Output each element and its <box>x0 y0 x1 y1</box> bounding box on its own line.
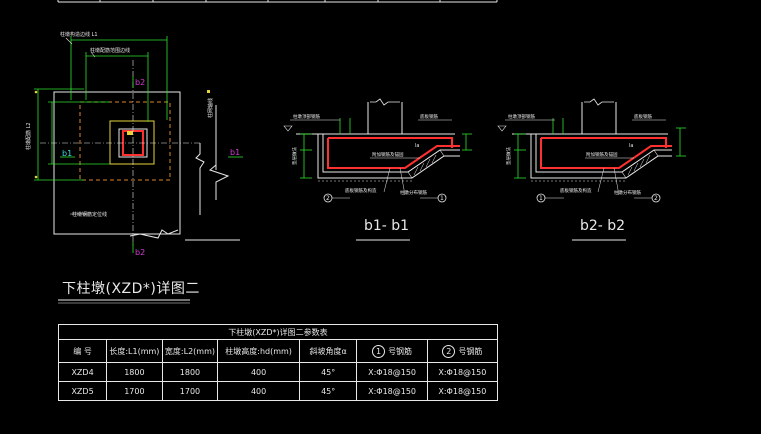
cell-rebar-1: X:Φ18@150 <box>356 381 428 401</box>
cell-id: XZD5 <box>57 381 108 401</box>
cell-angle: 45° <box>298 381 358 401</box>
table-header-row: 编 号 长度:L1(mm) 宽度:L2(mm) 柱墩高度:hd(mm) 斜坡角度… <box>57 339 499 363</box>
header-rebar-1-label: 号钢筋 <box>388 346 413 356</box>
cut-mark-b1-left: b1 <box>62 149 72 158</box>
cell-height: 400 <box>217 381 300 401</box>
rebar-2-marker: 2 <box>442 344 456 358</box>
parameter-table: 下柱墩(XZD*)详图二参数表 编 号 长度:L1(mm) 宽度:L2(mm) … <box>57 324 499 401</box>
b2-note-slab: 底板钢筋 <box>634 113 652 120</box>
cell-width: 1700 <box>161 381 219 401</box>
b2-note-la: la <box>629 143 633 149</box>
b1-marker-right: 1 <box>440 195 444 202</box>
cell-height: 400 <box>217 362 300 382</box>
section-label-b2: b2- b2 <box>580 218 626 234</box>
top-table-fragment <box>57 0 498 3</box>
drawing-title: 下柱墩(XZD*)详图二 <box>62 281 200 297</box>
plan-label-right: 柱网轴线 <box>207 98 214 118</box>
rebar-1-marker: 1 <box>372 344 386 358</box>
plan-label-bottom: 柱墩钢筋定位线 <box>72 211 107 218</box>
cut-mark-b2-top: b2 <box>135 78 145 87</box>
b2-marker-left: 1 <box>539 195 543 202</box>
cad-drawing-canvas: 柱墩构造边线 L1 柱墩配筋范围边线 柱墩配筋 L2 柱网轴线 柱墩钢筋定位线 … <box>0 0 761 434</box>
cell-length: 1800 <box>106 362 163 382</box>
plan-label-top: 柱墩构造边线 L1 <box>60 31 98 38</box>
plan-view <box>34 36 243 253</box>
table-row: XZD4 1800 1800 400 45° X:Φ18@150 X:Φ18@1… <box>57 362 499 382</box>
cut-mark-b2-bottom: b2 <box>135 248 145 257</box>
header-rebar-2: 2 号钢筋 <box>426 339 499 363</box>
cell-angle: 45° <box>298 362 358 382</box>
b1-note-slab: 底板钢筋 <box>420 113 438 120</box>
cell-rebar-2: X:Φ18@150 <box>426 381 499 401</box>
header-rebar-1: 1 号钢筋 <box>356 339 428 363</box>
b1-note-la: la <box>415 143 419 149</box>
table-caption: 下柱墩(XZD*)详图二参数表 <box>58 324 498 340</box>
table-caption-row: 下柱墩(XZD*)详图二参数表 <box>58 324 498 340</box>
cell-rebar-2: X:Φ18@150 <box>426 362 499 382</box>
b2-note-side: 垫层做法 <box>505 147 512 165</box>
header-rebar-2-label: 号钢筋 <box>458 346 483 356</box>
cell-width: 1800 <box>161 362 219 382</box>
b2-note-middle: 附加钢筋及锚固 <box>586 151 618 158</box>
header-id: 编 号 <box>57 339 108 363</box>
plan-dashed-outline <box>79 101 171 181</box>
b1-note-anchor: 柱墩分布钢筋 <box>400 189 427 196</box>
b1-note-bottom: 底板钢筋及构造 <box>345 187 377 194</box>
cell-length: 1700 <box>106 381 163 401</box>
b1-note-top: 柱墩顶部钢筋 <box>293 113 320 120</box>
header-angle: 斜坡角度α <box>298 339 358 363</box>
b2-note-top: 柱墩顶部钢筋 <box>508 113 535 120</box>
plan-label-left: 柱墩配筋 L2 <box>25 122 32 150</box>
section-label-b1: b1- b1 <box>364 218 410 234</box>
cell-rebar-1: X:Φ18@150 <box>356 362 428 382</box>
b1-note-side: 垫层做法 <box>291 147 298 165</box>
cut-mark-b1-right: b1 <box>230 148 240 157</box>
cell-id: XZD4 <box>57 362 108 382</box>
table-row: XZD5 1700 1700 400 45° X:Φ18@150 X:Φ18@1… <box>57 381 499 401</box>
header-length: 长度:L1(mm) <box>106 339 163 363</box>
b1-marker-left: 2 <box>326 195 330 202</box>
header-width: 宽度:L2(mm) <box>161 339 219 363</box>
b1-note-middle: 附加钢筋及锚固 <box>372 151 404 158</box>
header-height: 柱墩高度:hd(mm) <box>217 339 300 363</box>
b2-marker-right: 2 <box>654 195 658 202</box>
plan-label-top2: 柱墩配筋范围边线 <box>90 47 130 54</box>
b2-note-bottom: 底板钢筋及构造 <box>560 187 592 194</box>
b2-note-anchor: 柱墩分布钢筋 <box>614 189 641 196</box>
